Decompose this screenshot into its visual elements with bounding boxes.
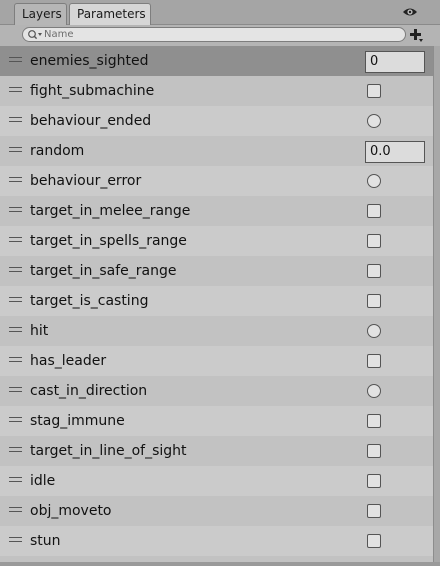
parameter-row[interactable]: fight_submachine xyxy=(0,76,433,106)
parameter-row[interactable]: hit xyxy=(0,316,433,346)
parameter-name[interactable]: target_in_melee_range xyxy=(30,196,190,226)
parameter-row[interactable]: stun xyxy=(0,526,433,556)
scrollbar[interactable] xyxy=(433,46,440,566)
parameter-name[interactable]: target_in_spells_range xyxy=(30,226,187,256)
parameter-list: enemies_sighted 0 fight_submachine behaviou… xyxy=(0,46,433,556)
animator-parameters-panel: Layers Parameters Name enemies_sighted 0 f… xyxy=(0,0,440,566)
add-parameter-icon[interactable] xyxy=(409,28,423,42)
bool-checkbox[interactable] xyxy=(367,414,381,428)
bool-checkbox[interactable] xyxy=(367,504,381,518)
parameter-row[interactable]: obj_moveto xyxy=(0,496,433,526)
parameter-name[interactable]: enemies_sighted xyxy=(30,46,148,76)
parameter-name[interactable]: random xyxy=(30,136,84,166)
parameter-row[interactable]: target_in_line_of_sight xyxy=(0,436,433,466)
parameter-row[interactable]: enemies_sighted 0 xyxy=(0,46,433,76)
parameter-row[interactable]: random 0.0 xyxy=(0,136,433,166)
bool-checkbox[interactable] xyxy=(367,354,381,368)
parameter-name[interactable]: stun xyxy=(30,526,61,556)
drag-handle-icon[interactable] xyxy=(9,477,22,483)
search-placeholder: Name xyxy=(44,29,74,40)
search-input[interactable]: Name xyxy=(22,27,406,42)
parameter-name[interactable]: cast_in_direction xyxy=(30,376,147,406)
parameter-name[interactable]: behaviour_ended xyxy=(30,106,151,136)
bool-checkbox[interactable] xyxy=(367,264,381,278)
drag-handle-icon[interactable] xyxy=(9,297,22,303)
drag-handle-icon[interactable] xyxy=(9,237,22,243)
tab-parameters[interactable]: Parameters xyxy=(69,3,151,25)
trigger-radio[interactable] xyxy=(367,114,381,128)
eye-icon[interactable] xyxy=(402,6,418,18)
bool-checkbox[interactable] xyxy=(367,474,381,488)
parameter-name[interactable]: target_is_casting xyxy=(30,286,148,316)
parameter-row[interactable]: behaviour_error xyxy=(0,166,433,196)
parameter-row[interactable]: target_in_melee_range xyxy=(0,196,433,226)
drag-handle-icon[interactable] xyxy=(9,117,22,123)
search-row: Name xyxy=(0,25,440,46)
parameter-name[interactable]: target_in_safe_range xyxy=(30,256,176,286)
drag-handle-icon[interactable] xyxy=(9,387,22,393)
drag-handle-icon[interactable] xyxy=(9,87,22,93)
parameter-name[interactable]: idle xyxy=(30,466,55,496)
search-icon[interactable] xyxy=(27,29,43,41)
bool-checkbox[interactable] xyxy=(367,204,381,218)
parameter-row[interactable]: behaviour_ended xyxy=(0,106,433,136)
drag-handle-icon[interactable] xyxy=(9,447,22,453)
bool-checkbox[interactable] xyxy=(367,294,381,308)
parameter-name[interactable]: has_leader xyxy=(30,346,106,376)
trigger-radio[interactable] xyxy=(367,324,381,338)
int-value-field[interactable]: 0 xyxy=(365,51,425,73)
drag-handle-icon[interactable] xyxy=(9,267,22,273)
drag-handle-icon[interactable] xyxy=(9,327,22,333)
parameter-row[interactable]: target_in_safe_range xyxy=(0,256,433,286)
float-value-field[interactable]: 0.0 xyxy=(365,141,425,163)
drag-handle-icon[interactable] xyxy=(9,207,22,213)
drag-handle-icon[interactable] xyxy=(9,57,22,63)
parameter-row[interactable]: target_is_casting xyxy=(0,286,433,316)
trigger-radio[interactable] xyxy=(367,174,381,188)
drag-handle-icon[interactable] xyxy=(9,177,22,183)
bool-checkbox[interactable] xyxy=(367,534,381,548)
parameter-row[interactable]: cast_in_direction xyxy=(0,376,433,406)
bool-checkbox[interactable] xyxy=(367,84,381,98)
parameter-name[interactable]: stag_immune xyxy=(30,406,125,436)
drag-handle-icon[interactable] xyxy=(9,417,22,423)
parameter-row[interactable]: idle xyxy=(0,466,433,496)
tab-layers[interactable]: Layers xyxy=(14,3,67,25)
trigger-radio[interactable] xyxy=(367,384,381,398)
drag-handle-icon[interactable] xyxy=(9,147,22,153)
panel-bottom-edge xyxy=(0,562,440,566)
parameter-name[interactable]: target_in_line_of_sight xyxy=(30,436,187,466)
parameter-row[interactable]: target_in_spells_range xyxy=(0,226,433,256)
bool-checkbox[interactable] xyxy=(367,444,381,458)
bool-checkbox[interactable] xyxy=(367,234,381,248)
parameter-row[interactable]: stag_immune xyxy=(0,406,433,436)
drag-handle-icon[interactable] xyxy=(9,357,22,363)
drag-handle-icon[interactable] xyxy=(9,507,22,513)
parameter-name[interactable]: behaviour_error xyxy=(30,166,141,196)
parameter-name[interactable]: hit xyxy=(30,316,48,346)
drag-handle-icon[interactable] xyxy=(9,537,22,543)
parameter-name[interactable]: obj_moveto xyxy=(30,496,112,526)
parameter-name[interactable]: fight_submachine xyxy=(30,76,154,106)
parameter-row[interactable]: has_leader xyxy=(0,346,433,376)
tab-bar: Layers Parameters xyxy=(0,0,440,25)
